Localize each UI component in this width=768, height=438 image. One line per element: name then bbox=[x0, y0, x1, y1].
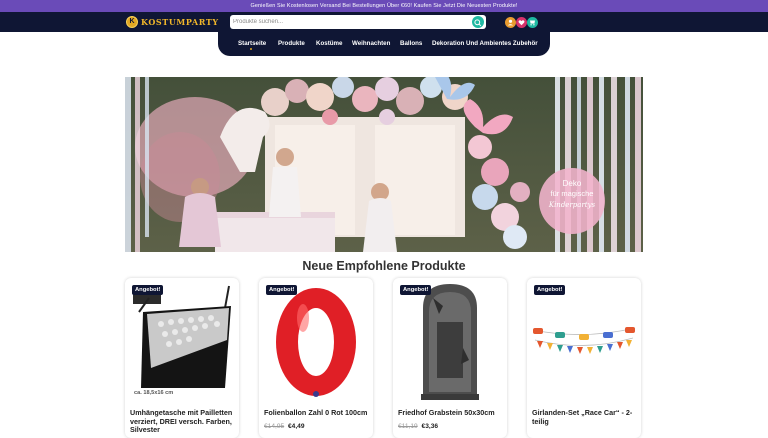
sale-price: €3,36 bbox=[421, 423, 439, 430]
cart-icon bbox=[530, 20, 535, 26]
site-header: K KOSTUMPARTY bbox=[0, 12, 768, 32]
sale-badge: Angebot! bbox=[132, 285, 164, 295]
products-section-title: Neue Empfohlene Produkte bbox=[302, 259, 466, 273]
product-price: €14,95 €4,49 bbox=[264, 423, 305, 430]
account-button[interactable] bbox=[505, 17, 516, 28]
search-button[interactable] bbox=[472, 16, 484, 28]
search-input[interactable] bbox=[233, 16, 463, 28]
old-price: €14,95 bbox=[264, 423, 285, 430]
search-bar bbox=[230, 15, 486, 29]
hero-promo-badge: Deko für magische Kinderpartys bbox=[539, 168, 605, 234]
search-icon bbox=[474, 19, 482, 27]
cart-button[interactable] bbox=[527, 17, 538, 28]
sale-badge: Angebot! bbox=[400, 285, 432, 295]
nav-item-weihnachten[interactable]: Weihnachten bbox=[352, 40, 390, 47]
promo-text: Genießen Sie Kostenlosen Versand Bei Bes… bbox=[250, 3, 518, 9]
product-card[interactable]: Angebot! Folienballon Zahl 0 Rot 100cm €… bbox=[259, 278, 373, 438]
product-card[interactable]: Angebot! ca. 18,5x16 cm Umhängetasche mi… bbox=[125, 278, 239, 438]
account-icon bbox=[507, 19, 514, 26]
logo-text: KOSTUMPARTY bbox=[141, 17, 219, 27]
nav-item-produkte[interactable]: Produkte bbox=[278, 40, 305, 47]
main-nav: Startseite Produkte Kostüme Weihnachten … bbox=[218, 32, 550, 56]
sale-badge: Angebot! bbox=[534, 285, 566, 295]
product-title[interactable]: Friedhof Grabstein 50x30cm bbox=[398, 408, 504, 418]
nav-item-kostueme[interactable]: Kostüme bbox=[316, 40, 342, 47]
product-title[interactable]: Folienballon Zahl 0 Rot 100cm bbox=[264, 408, 370, 418]
product-card[interactable]: Angebot! Girlanden-Set „Race Car“ - 2-te… bbox=[527, 278, 641, 438]
nav-item-dekoration[interactable]: Dekoration Und Ambientes Zubehör bbox=[432, 40, 538, 47]
promo-bar: Genießen Sie Kostenlosen Versand Bei Bes… bbox=[0, 0, 768, 12]
product-image-balloon-zero bbox=[276, 288, 356, 397]
product-card[interactable]: Angebot! Friedhof Grabstein 50x30cm €11,… bbox=[393, 278, 507, 438]
product-size-note: ca. 18,5x16 cm bbox=[134, 390, 174, 396]
sale-badge: Angebot! bbox=[266, 285, 298, 295]
old-price: €11,19 bbox=[398, 423, 418, 430]
logo-mark-icon: K bbox=[126, 16, 138, 28]
sale-price: €4,49 bbox=[288, 423, 305, 430]
product-price: €11,19 €3,36 bbox=[398, 423, 438, 430]
nav-item-startseite[interactable]: Startseite bbox=[238, 40, 266, 47]
product-title[interactable]: Girlanden-Set „Race Car“ - 2-teilig bbox=[532, 408, 638, 426]
site-logo[interactable]: K KOSTUMPARTY bbox=[126, 15, 219, 29]
nav-active-indicator bbox=[250, 48, 252, 50]
hero-badge-line1: Deko bbox=[562, 179, 582, 188]
product-image-tombstone bbox=[421, 284, 479, 400]
hero-badge-line3: Kinderpartys bbox=[548, 201, 596, 209]
wishlist-button[interactable] bbox=[516, 17, 527, 28]
product-title[interactable]: Umhängetasche mit Pailletten verziert, D… bbox=[130, 408, 236, 435]
product-image-garland bbox=[532, 327, 636, 354]
hero-badge-line2: für magische bbox=[550, 189, 594, 198]
product-image-bag bbox=[133, 285, 231, 388]
nav-item-ballons[interactable]: Ballons bbox=[400, 40, 422, 47]
wishlist-icon bbox=[518, 20, 525, 26]
